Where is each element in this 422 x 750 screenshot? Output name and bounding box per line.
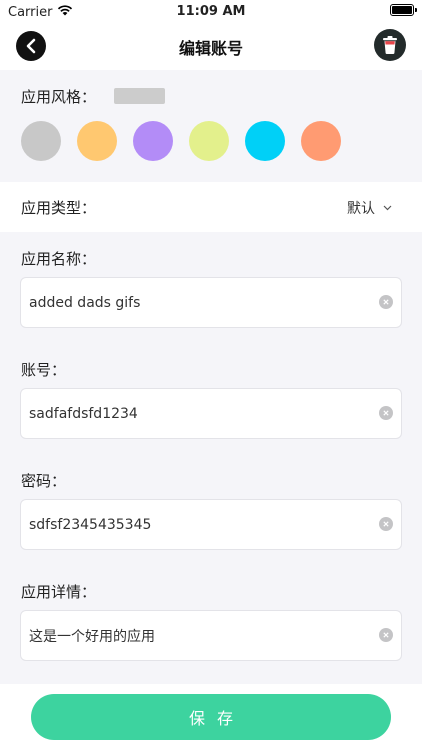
form-content: 应用风格： 应用类型： 默认 应用名称： 账号： bbox=[0, 70, 422, 684]
style-section: 应用风格： bbox=[0, 70, 422, 182]
clear-icon bbox=[383, 299, 389, 305]
style-label: 应用风格： bbox=[21, 88, 97, 106]
color-swatch-gray[interactable] bbox=[21, 121, 61, 161]
status-time: 11:09 AM bbox=[176, 4, 246, 19]
clear-icon bbox=[383, 521, 389, 527]
name-label: 应用名称： bbox=[21, 250, 97, 268]
chevron-down-icon bbox=[383, 205, 392, 211]
trash-icon bbox=[383, 36, 397, 54]
detail-clear-button[interactable] bbox=[379, 628, 393, 642]
delete-button[interactable] bbox=[374, 29, 406, 61]
page-title: 编辑账号 bbox=[178, 39, 243, 58]
app-type-row: 应用类型： 默认 bbox=[0, 182, 422, 232]
name-field-block: 应用名称： bbox=[0, 232, 422, 343]
account-input[interactable] bbox=[29, 389, 369, 438]
password-label: 密码： bbox=[21, 472, 67, 490]
color-swatch-purple[interactable] bbox=[133, 121, 173, 161]
account-field-box bbox=[20, 388, 402, 439]
name-clear-button[interactable] bbox=[379, 295, 393, 309]
color-swatch-lime[interactable] bbox=[189, 121, 229, 161]
nav-bar: 编辑账号 bbox=[0, 24, 422, 70]
password-clear-button[interactable] bbox=[379, 517, 393, 531]
app-type-select[interactable]: 默认 bbox=[347, 198, 392, 218]
color-swatch-coral[interactable] bbox=[301, 121, 341, 161]
clear-icon bbox=[383, 632, 389, 638]
password-field-box bbox=[20, 499, 402, 550]
account-clear-button[interactable] bbox=[379, 406, 393, 420]
color-swatch-orange[interactable] bbox=[77, 121, 117, 161]
footer: 保存 bbox=[0, 684, 422, 750]
battery-icon bbox=[390, 4, 417, 16]
account-label: 账号： bbox=[21, 361, 67, 379]
name-input[interactable] bbox=[29, 278, 369, 327]
name-field-box bbox=[20, 277, 402, 328]
style-preview bbox=[114, 88, 165, 104]
app-type-value: 默认 bbox=[347, 201, 375, 217]
detail-field-block: 应用详情： bbox=[0, 565, 422, 676]
clear-icon bbox=[383, 410, 389, 416]
save-button[interactable]: 保存 bbox=[31, 694, 391, 740]
color-swatches bbox=[21, 121, 341, 161]
color-swatch-cyan[interactable] bbox=[245, 121, 285, 161]
detail-input[interactable] bbox=[29, 611, 369, 660]
account-field-block: 账号： bbox=[0, 343, 422, 454]
app-type-label: 应用类型： bbox=[21, 199, 97, 217]
password-field-block: 密码： bbox=[0, 454, 422, 565]
password-input[interactable] bbox=[29, 500, 369, 549]
detail-label: 应用详情： bbox=[21, 583, 97, 601]
detail-field-box bbox=[20, 610, 402, 661]
status-bar: Carrier 11:09 AM bbox=[0, 0, 422, 24]
